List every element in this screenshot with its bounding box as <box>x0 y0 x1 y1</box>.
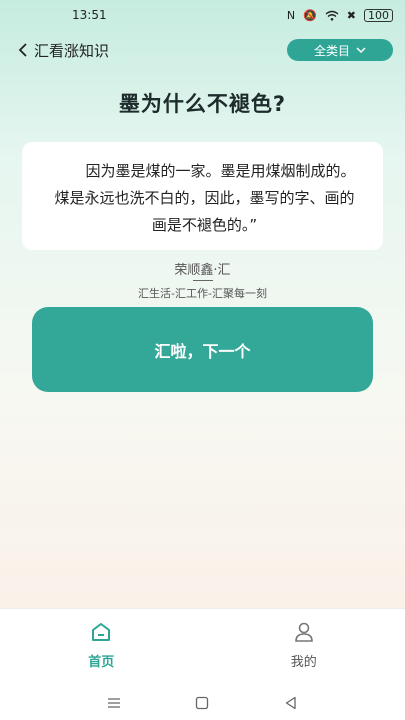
next-button-label: 汇啦，下一个 <box>154 341 251 361</box>
source-tagline: 汇生活-汇工作-汇聚每一刻 <box>138 287 267 300</box>
back-label: 汇看涨知识 <box>34 41 110 60</box>
source-name: 荣顺鑫·汇 <box>174 263 231 278</box>
home-square-icon[interactable] <box>194 695 210 711</box>
tab-home[interactable]: 首页 <box>0 609 203 686</box>
answer-card: 因为墨是煤的一家。墨是用煤烟制成的。煤是永远也洗不白的，因此，墨写的字、画的画是… <box>22 142 383 250</box>
back-button[interactable]: 汇看涨知识 <box>16 40 109 61</box>
answer-text: 因为墨是煤的一家。墨是用煤烟制成的。煤是永远也洗不白的，因此，墨写的字、画的画是… <box>54 162 356 234</box>
category-label: 全类目 <box>313 43 350 58</box>
nfc-icon: N <box>286 8 296 22</box>
source-divider <box>193 280 213 281</box>
wifi-icon <box>325 10 339 21</box>
sim-icon: ✖ <box>346 8 356 22</box>
user-icon <box>294 622 313 642</box>
status-bar: 13:51 N 🔕 ✖ 100 <box>0 0 405 30</box>
menu-icon[interactable] <box>106 695 122 711</box>
mute-icon: 🔕 <box>303 8 317 22</box>
next-button[interactable]: 汇啦，下一个 <box>32 307 373 392</box>
category-dropdown[interactable]: 全类目 <box>287 39 393 61</box>
status-time: 13:51 <box>72 8 107 22</box>
home-icon <box>92 623 111 641</box>
question-title: 墨为什么不褪色? <box>118 92 287 116</box>
tab-mine[interactable]: 我的 <box>203 609 405 686</box>
battery-icon: 100 <box>364 8 393 22</box>
status-icons: N 🔕 ✖ 100 <box>286 8 393 22</box>
top-nav: 汇看涨知识 全类目 <box>0 36 405 64</box>
tab-bar: 首页 我的 <box>0 608 405 686</box>
back-triangle-icon[interactable] <box>283 695 299 711</box>
system-nav-bar <box>0 686 405 720</box>
tab-mine-label: 我的 <box>290 655 317 670</box>
tab-home-label: 首页 <box>88 655 115 670</box>
chevron-down-icon <box>356 47 366 54</box>
chevron-left-icon <box>18 43 27 57</box>
